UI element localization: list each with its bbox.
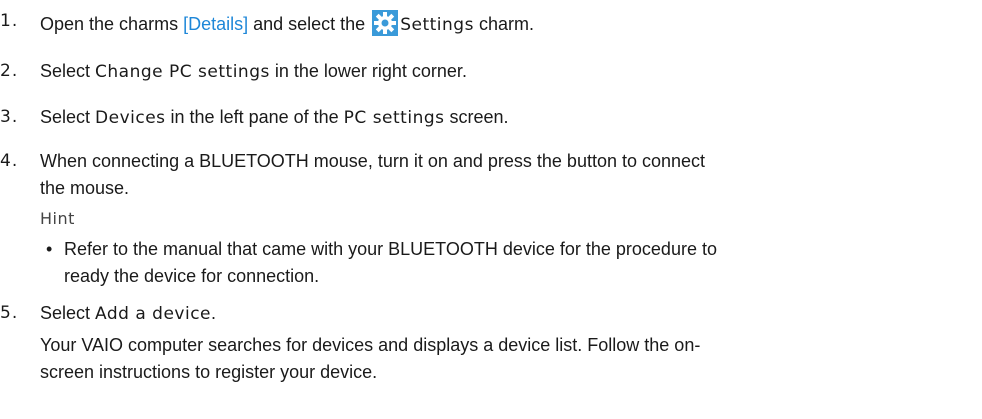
step-text-part: in the left pane of the bbox=[165, 107, 344, 127]
step-text-part: Select bbox=[40, 61, 96, 81]
step-text: Select Add a device. Your VAIO computer … bbox=[40, 302, 960, 383]
step-text-part: screen. bbox=[444, 107, 509, 127]
settings-charm-label: Settings bbox=[400, 15, 474, 35]
step-4: 4. When connecting a BLUETOOTH mouse, tu… bbox=[0, 150, 960, 287]
step-description-line: screen instructions to register your dev… bbox=[40, 362, 378, 382]
step-number: 1. bbox=[0, 11, 19, 31]
hint-text-line: ready the device for connection. bbox=[64, 266, 320, 286]
devices-label: Devices bbox=[95, 108, 166, 128]
step-text-line: Select Add a device. bbox=[40, 302, 960, 325]
hint-list: Refer to the manual that came with your … bbox=[40, 238, 960, 287]
step-text-line: the mouse. bbox=[40, 178, 130, 198]
step-description-line: Your VAIO computer searches for devices … bbox=[40, 335, 701, 355]
instruction-document: 1. Open the charms [Details] and select … bbox=[0, 0, 982, 419]
pc-settings-label: PC settings bbox=[343, 108, 445, 128]
step-text: Select Change PC settings in the lower r… bbox=[40, 60, 960, 83]
step-text-part: . bbox=[211, 303, 217, 323]
settings-gear-icon bbox=[372, 10, 399, 36]
step-text: Select Devices in the left pane of the P… bbox=[40, 106, 960, 129]
step-text-part: charm. bbox=[473, 14, 534, 34]
hint-item: Refer to the manual that came with your … bbox=[40, 238, 960, 287]
details-link[interactable]: [Details] bbox=[183, 14, 248, 34]
step-text-part: and select the bbox=[248, 14, 371, 34]
step-number: 4. bbox=[0, 151, 19, 171]
step-5: 5. Select Add a device. Your VAIO comput… bbox=[0, 302, 960, 383]
step-text-part: Open the charms bbox=[40, 14, 184, 34]
step-text: Open the charms [Details] and select the bbox=[40, 10, 960, 36]
change-pc-settings-label: Change PC settings bbox=[95, 62, 270, 82]
step-text-part: Select bbox=[40, 107, 96, 127]
add-a-device-label: Add a device bbox=[95, 304, 212, 324]
step-text-line: When connecting a BLUETOOTH mouse, turn … bbox=[40, 151, 706, 171]
step-number: 2. bbox=[0, 61, 19, 81]
step-2: 2. Select Change PC settings in the lowe… bbox=[0, 60, 960, 83]
hint-label: Hint bbox=[40, 209, 75, 228]
step-text: When connecting a BLUETOOTH mouse, turn … bbox=[40, 150, 960, 287]
step-text-part: in the lower right corner. bbox=[269, 61, 467, 81]
step-3: 3. Select Devices in the left pane of th… bbox=[0, 106, 960, 129]
step-text-part: Select bbox=[40, 303, 96, 323]
step-1: 1. Open the charms [Details] and select … bbox=[0, 10, 960, 36]
step-number: 3. bbox=[0, 107, 19, 127]
step-number: 5. bbox=[0, 303, 19, 323]
hint-text-line: Refer to the manual that came with your … bbox=[64, 239, 717, 259]
